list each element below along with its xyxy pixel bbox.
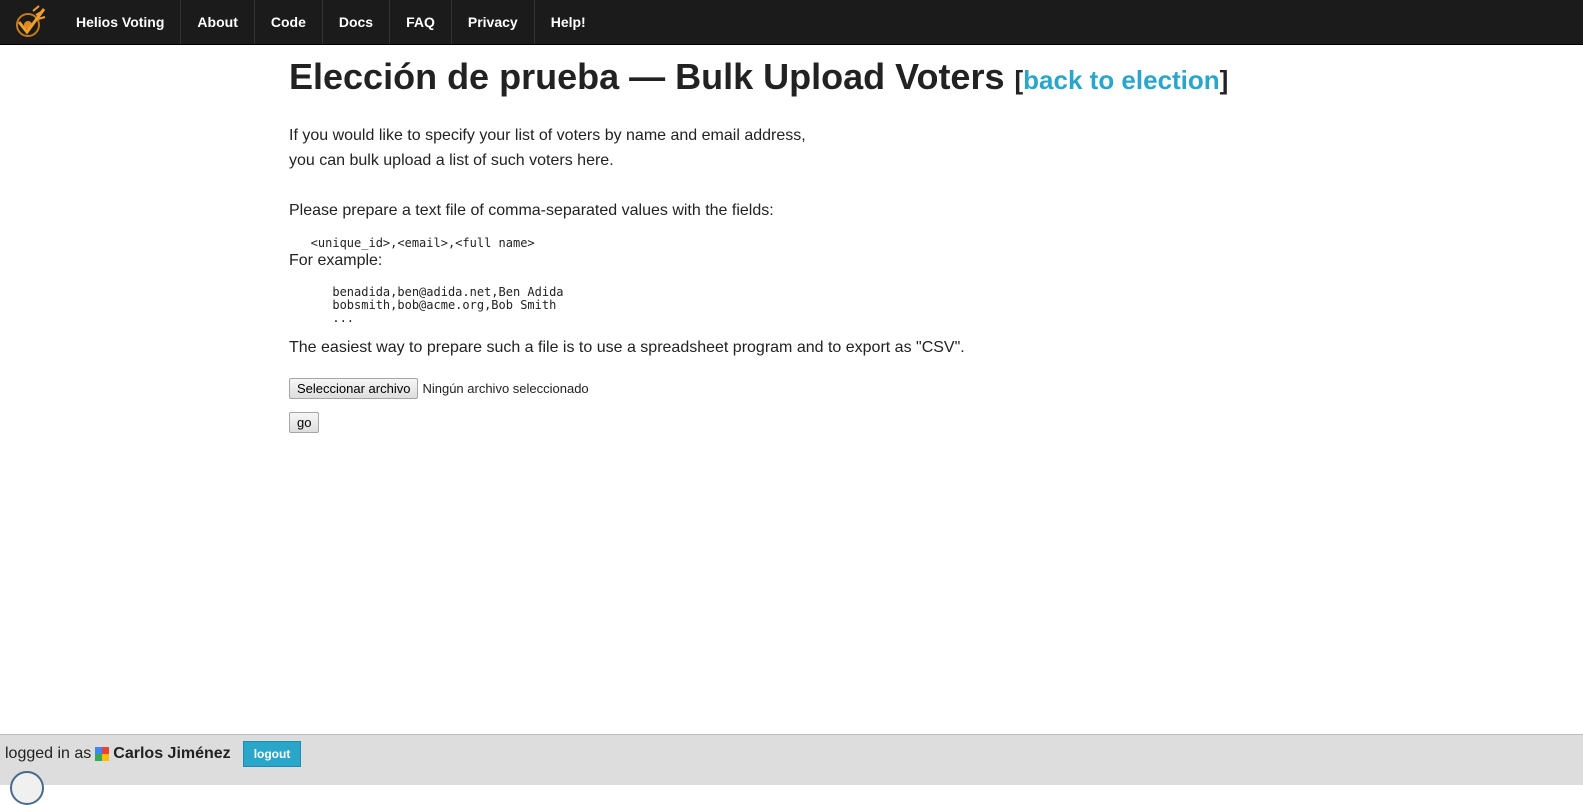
google-account-icon <box>95 747 110 761</box>
nav-faq[interactable]: FAQ <box>390 0 452 44</box>
choose-file-button[interactable]: Seleccionar archivo <box>289 378 419 399</box>
main-nav: Helios Voting About Code Docs FAQ Privac… <box>60 0 602 44</box>
nav-code[interactable]: Code <box>255 0 323 44</box>
intro-line-2: you can bulk upload a list of such voter… <box>289 152 614 169</box>
prepare-instructions: Please prepare a text file of comma-sepa… <box>289 202 774 219</box>
file-status: Ningún archivo seleccionado <box>422 381 589 396</box>
login-status: logged in as Carlos Jiménez logout <box>5 741 302 767</box>
page-title: Elección de prueba — Bulk Upload Voters … <box>289 56 1289 101</box>
bracket-open: [ <box>1014 65 1024 95</box>
helios-logo-icon[interactable] <box>0 0 60 44</box>
top-navbar: Helios Voting About Code Docs FAQ Privac… <box>0 0 1583 45</box>
fields-format: <unique_id>,<email>,<full name> <box>289 236 535 250</box>
nav-docs[interactable]: Docs <box>323 0 391 44</box>
bracket-close: ] <box>1219 65 1229 95</box>
username: Carlos Jiménez <box>113 745 231 762</box>
example-label: For example: <box>289 252 383 269</box>
file-input[interactable]: Seleccionar archivo Ningún archivo selec… <box>289 378 1289 399</box>
logged-in-label: logged in as <box>5 745 92 762</box>
main-content: Elección de prueba — Bulk Upload Voters … <box>289 56 1289 433</box>
nav-help[interactable]: Help! <box>535 0 602 44</box>
logout-button[interactable]: logout <box>242 741 302 767</box>
intro-line-1: If you would like to specify your list o… <box>289 127 806 144</box>
back-to-election-link[interactable]: back to election <box>1023 65 1220 95</box>
nav-about[interactable]: About <box>181 0 255 44</box>
page-title-text: Elección de prueba — Bulk Upload Voters <box>289 56 1005 97</box>
csv-tip: The easiest way to prepare such a file i… <box>289 339 965 356</box>
nav-helios-voting[interactable]: Helios Voting <box>60 0 182 44</box>
go-button[interactable]: go <box>289 412 320 433</box>
helios-seal-icon <box>10 771 44 805</box>
example-block: benadida,ben@adida.net,Ben Adida bobsmit… <box>332 285 564 325</box>
nav-privacy[interactable]: Privacy <box>452 0 535 44</box>
login-footer: logged in as Carlos Jiménez logout <box>0 734 1583 785</box>
